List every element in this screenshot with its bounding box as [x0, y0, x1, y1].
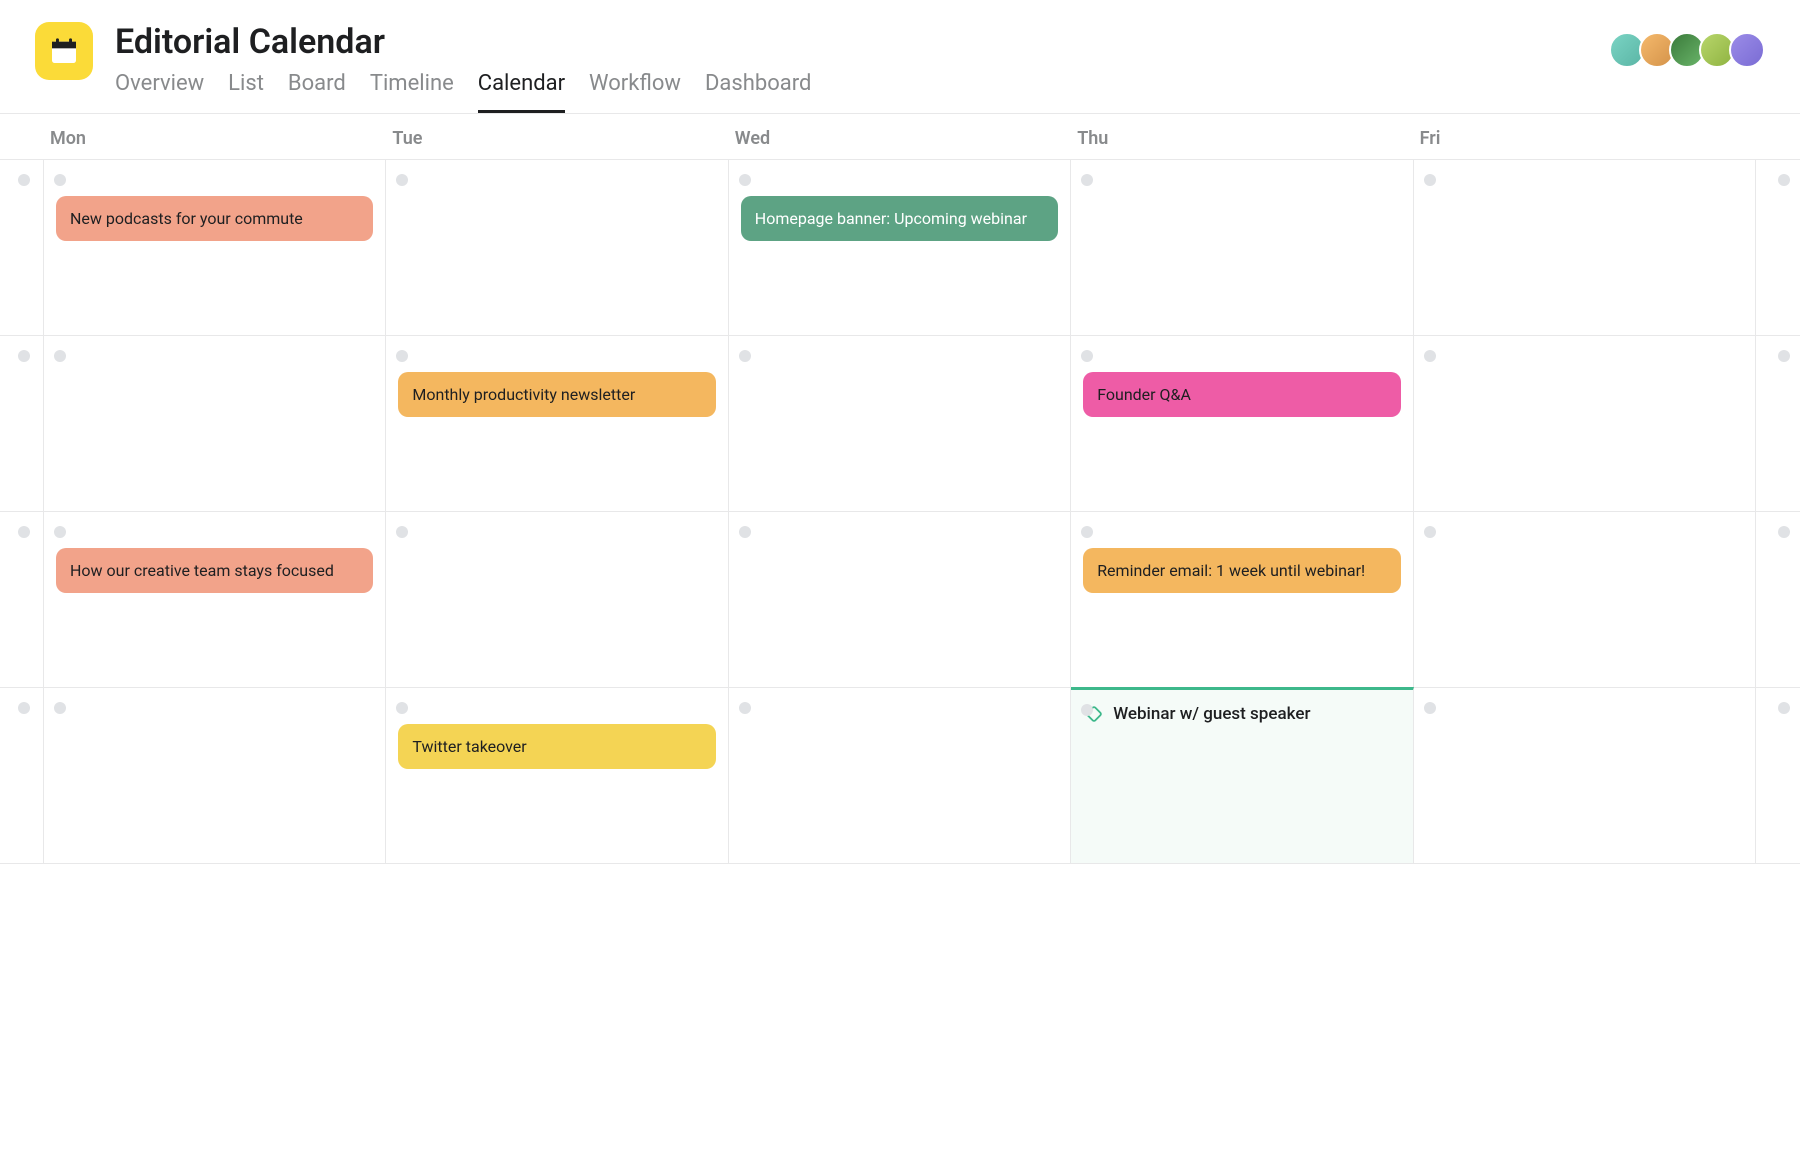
calendar-cell[interactable]: [729, 512, 1071, 688]
day-header-mon: Mon: [44, 128, 386, 149]
calendar-cell[interactable]: [729, 688, 1071, 864]
calendar-cell[interactable]: Reminder email: 1 week until webinar!: [1071, 512, 1413, 688]
date-dot: [739, 350, 751, 362]
date-dot: [396, 526, 408, 538]
task-card[interactable]: Reminder email: 1 week until webinar!: [1083, 548, 1400, 594]
day-header-tue: Tue: [386, 128, 728, 149]
avatar[interactable]: [1729, 32, 1765, 68]
tab-board[interactable]: Board: [288, 71, 346, 113]
calendar-cell[interactable]: [1071, 160, 1413, 336]
date-dot: [396, 174, 408, 186]
date-dot: [18, 526, 30, 538]
date-dot: [18, 174, 30, 186]
task-card[interactable]: Twitter takeover: [398, 724, 715, 770]
day-headers: Mon Tue Wed Thu Fri: [0, 114, 1800, 159]
calendar-cell-edge[interactable]: [0, 336, 44, 512]
date-dot: [739, 702, 751, 714]
task-card[interactable]: Monthly productivity newsletter: [398, 372, 715, 418]
date-dot: [1778, 702, 1790, 714]
date-dot: [18, 350, 30, 362]
calendar-cell-edge[interactable]: [1756, 160, 1800, 336]
header-content: Editorial Calendar Overview List Board T…: [115, 22, 1765, 113]
tab-workflow[interactable]: Workflow: [589, 71, 681, 113]
task-label: Twitter takeover: [412, 737, 526, 756]
page-title: Editorial Calendar: [115, 22, 1765, 63]
date-dot: [396, 702, 408, 714]
date-dot: [54, 350, 66, 362]
task-card[interactable]: New podcasts for your commute: [56, 196, 373, 242]
date-dot: [1424, 174, 1436, 186]
date-dot: [18, 702, 30, 714]
header: Editorial Calendar Overview List Board T…: [0, 0, 1800, 113]
task-label: Reminder email: 1 week until webinar!: [1097, 561, 1365, 580]
date-dot: [396, 350, 408, 362]
calendar-cell[interactable]: [1414, 336, 1756, 512]
task-label: How our creative team stays focused: [70, 561, 334, 580]
calendar-cell-edge[interactable]: [1756, 688, 1800, 864]
calendar-cell[interactable]: [1414, 688, 1756, 864]
calendar-cell[interactable]: Twitter takeover: [386, 688, 728, 864]
calendar-cell[interactable]: [1414, 512, 1756, 688]
date-dot: [54, 702, 66, 714]
task-label: Founder Q&A: [1097, 385, 1191, 404]
calendar-cell[interactable]: Founder Q&A: [1071, 336, 1413, 512]
calendar-cell-edge[interactable]: [0, 512, 44, 688]
date-dot: [1778, 350, 1790, 362]
date-dot: [54, 174, 66, 186]
date-dot: [1424, 702, 1436, 714]
calendar-cell[interactable]: Monthly productivity newsletter: [386, 336, 728, 512]
date-dot: [54, 526, 66, 538]
date-dot: [1081, 350, 1093, 362]
calendar-cell[interactable]: [729, 336, 1071, 512]
project-calendar-icon: [35, 22, 93, 80]
day-header-wed: Wed: [729, 128, 1071, 149]
task-label: Homepage banner: Upcoming webinar: [755, 209, 1027, 228]
calendar-cell[interactable]: Homepage banner: Upcoming webinar: [729, 160, 1071, 336]
calendar-cell[interactable]: [386, 512, 728, 688]
calendar-cell-edge[interactable]: [0, 688, 44, 864]
calendar-cell-edge[interactable]: [1756, 336, 1800, 512]
date-dot: [1424, 526, 1436, 538]
day-header-thu: Thu: [1071, 128, 1413, 149]
calendar-grid: New podcasts for your commute Homepage b…: [0, 159, 1800, 864]
calendar-cell[interactable]: [44, 688, 386, 864]
milestone-task[interactable]: Webinar w/ guest speaker: [1083, 704, 1400, 724]
date-dot: [1081, 526, 1093, 538]
avatar-group[interactable]: [1615, 32, 1765, 68]
task-card[interactable]: Homepage banner: Upcoming webinar: [741, 196, 1058, 242]
calendar-cell[interactable]: [1414, 160, 1756, 336]
date-dot: [739, 526, 751, 538]
calendar-cell[interactable]: New podcasts for your commute: [44, 160, 386, 336]
tabs: Overview List Board Timeline Calendar Wo…: [115, 71, 1765, 113]
calendar-cell-edge[interactable]: [1756, 512, 1800, 688]
calendar-cell[interactable]: [44, 336, 386, 512]
calendar-cell[interactable]: How our creative team stays focused: [44, 512, 386, 688]
calendar-cell-today[interactable]: Webinar w/ guest speaker: [1071, 687, 1413, 864]
tab-dashboard[interactable]: Dashboard: [705, 71, 811, 113]
tab-list[interactable]: List: [228, 71, 264, 113]
date-dot: [1424, 350, 1436, 362]
calendar-cell[interactable]: [386, 160, 728, 336]
date-dot: [1081, 174, 1093, 186]
date-dot: [739, 174, 751, 186]
date-dot: [1081, 704, 1093, 716]
task-card[interactable]: Founder Q&A: [1083, 372, 1400, 418]
date-dot: [1778, 174, 1790, 186]
task-label: Webinar w/ guest speaker: [1113, 704, 1310, 724]
day-header-fri: Fri: [1414, 128, 1756, 149]
tab-timeline[interactable]: Timeline: [370, 71, 454, 113]
date-dot: [1778, 526, 1790, 538]
task-label: Monthly productivity newsletter: [412, 385, 635, 404]
task-label: New podcasts for your commute: [70, 209, 303, 228]
tab-calendar[interactable]: Calendar: [478, 71, 565, 113]
calendar-cell-edge[interactable]: [0, 160, 44, 336]
task-card[interactable]: How our creative team stays focused: [56, 548, 373, 594]
tab-overview[interactable]: Overview: [115, 71, 204, 113]
